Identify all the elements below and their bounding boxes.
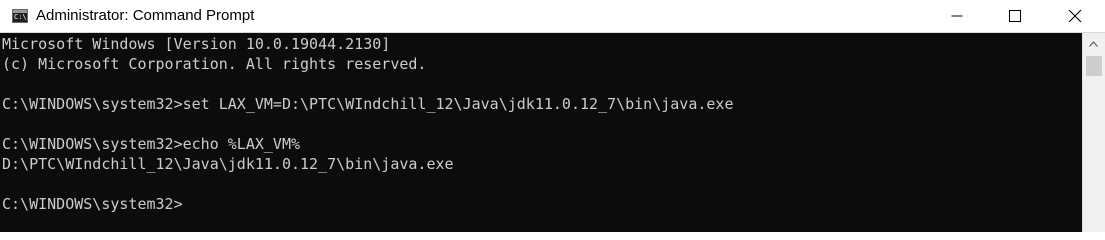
console-output[interactable]: Microsoft Windows [Version 10.0.19044.21… (0, 33, 1082, 232)
scroll-thumb[interactable] (1086, 56, 1102, 76)
console-line: C:\WINDOWS\system32>set LAX_VM=D:\PTC\WI… (2, 95, 734, 113)
close-icon (1068, 9, 1081, 23)
minimize-icon (951, 15, 963, 17)
console-line: (c) Microsoft Corporation. All rights re… (2, 55, 427, 73)
scroll-up-button[interactable] (1083, 33, 1105, 55)
command-prompt-icon[interactable]: C:\. (12, 9, 31, 23)
window-title: Administrator: Command Prompt (36, 7, 255, 24)
title-bar[interactable]: C:\. Administrator: Command Prompt (0, 0, 1105, 33)
minimize-button[interactable] (928, 0, 986, 32)
command-prompt-window: C:\. Administrator: Command Prompt Micro… (0, 0, 1105, 232)
chevron-up-icon (1089, 41, 1098, 47)
icon-glyph: C:\. (14, 13, 31, 21)
maximize-button[interactable] (986, 0, 1044, 32)
vertical-scrollbar[interactable] (1082, 33, 1105, 232)
console-line: Microsoft Windows [Version 10.0.19044.21… (2, 35, 391, 53)
maximize-icon (1009, 10, 1021, 22)
console-line: D:\PTC\WIndchill_12\Java\jdk11.0.12_7\bi… (2, 155, 454, 173)
close-button[interactable] (1044, 0, 1105, 32)
console-line: C:\WINDOWS\system32>echo %LAX_VM% (2, 135, 301, 153)
console-prompt-line: C:\WINDOWS\system32> (2, 195, 183, 213)
